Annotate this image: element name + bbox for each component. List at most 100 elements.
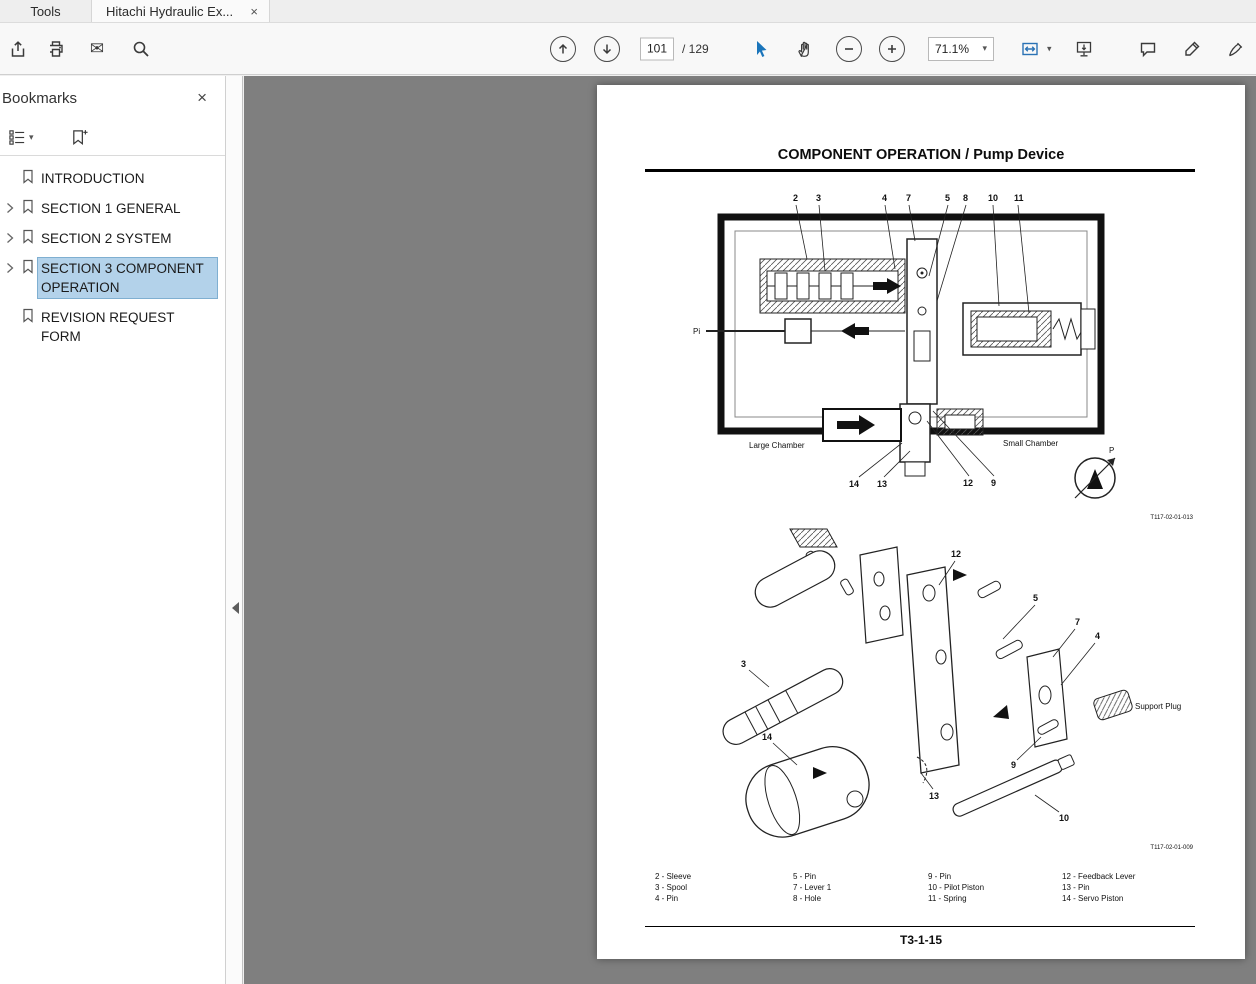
legend-item: 2 - Sleeve [655,871,789,882]
zoom-in-icon [879,36,905,62]
zoom-in-button[interactable] [874,31,910,67]
fig1-label-small-chamber: Small Chamber [1003,439,1058,448]
fig1-callout-10: 10 [988,193,998,203]
sign-button[interactable] [1218,31,1254,67]
acrobat-window: Tools Hitachi Hydraulic Ex... × ✉ [0,0,1256,984]
marquee-zoom-button[interactable] [123,31,159,67]
chevron-right-icon[interactable] [2,258,18,274]
page-number-input[interactable] [640,37,674,60]
fig1-label-large-chamber: Large Chamber [749,441,805,450]
fig1-label-pi: Pi [693,327,700,336]
bookmark-label: INTRODUCTION [38,168,217,189]
bookmark-icon [18,168,38,184]
legend-item: 8 - Hole [793,893,927,904]
bookmark-options-button[interactable]: ▾ [4,125,38,150]
hand-tool-icon [795,39,815,59]
collapse-panel-button[interactable] [229,596,241,620]
zoom-level-select[interactable]: 71.1% ▾ [928,37,994,61]
bookmarks-panel-title: Bookmarks [2,90,77,107]
fig2-callout-9: 9 [1011,760,1016,770]
fig1-callout-5: 5 [945,193,950,203]
page-count-label: / 129 [682,42,709,56]
fig1-label-p: P [1109,446,1114,455]
legend-item: 13 - Pin [1062,882,1196,893]
document-canvas[interactable]: COMPONENT OPERATION / Pump Device [244,76,1256,984]
sign-pen-icon [1226,39,1246,59]
print-button[interactable] [38,31,74,67]
zoom-caret-icon: ▾ [982,43,987,54]
add-bookmark-button[interactable] [66,125,93,150]
fig2-label-support-plug: Support Plug [1135,702,1181,711]
tab-tools-label: Tools [30,4,60,19]
fig1-callout-14: 14 [849,479,859,489]
fig2-callout-4: 4 [1095,631,1100,641]
zoom-search-icon [131,39,151,59]
next-page-button[interactable] [589,31,625,67]
pdf-page: COMPONENT OPERATION / Pump Device [597,85,1245,959]
fig1-callout-8: 8 [963,193,968,203]
collapse-arrow-icon [232,602,239,614]
legend-item: 10 - Pilot Piston [928,882,1062,893]
zoom-out-icon [836,36,862,62]
fig1-callout-4: 4 [882,193,887,203]
legend-item: 4 - Pin [655,893,789,904]
bookmark-label: SECTION 1 GENERAL [38,198,217,219]
title-rule [645,169,1195,172]
footer-rule [645,926,1195,927]
fig1-code: T117-02-01-013 [1150,515,1193,521]
highlight-button[interactable] [1174,31,1210,67]
legend-item: 9 - Pin [928,871,1062,882]
fig2-code: T117-02-01-009 [1150,845,1193,851]
tab-tools[interactable]: Tools [0,0,92,22]
fig2-callout-13: 13 [929,791,939,801]
previous-page-button[interactable] [545,31,581,67]
page-up-icon [550,36,576,62]
fig2-callout-3: 3 [741,659,746,669]
legend-item: 14 - Servo Piston [1062,893,1196,904]
bookmark-item-section2[interactable]: SECTION 2 SYSTEM [0,228,225,249]
bookmark-options-caret-icon: ▾ [29,132,34,143]
bookmark-item-introduction[interactable]: INTRODUCTION [0,168,225,189]
tab-document[interactable]: Hitachi Hydraulic Ex... × [92,0,270,22]
fig1-callout-2: 2 [793,193,798,203]
bookmark-item-section1[interactable]: SECTION 1 GENERAL [0,198,225,219]
fig2-callout-10: 10 [1059,813,1069,823]
select-cursor-icon [751,39,771,59]
fig1-callout-7: 7 [906,193,911,203]
fig1-callout-3: 3 [816,193,821,203]
bookmark-icon [18,228,38,244]
panel-splitter[interactable] [226,76,243,984]
fig2-callout-7: 7 [1075,617,1080,627]
fig2-callout-5: 5 [1033,593,1038,603]
legend-item: 12 - Feedback Lever [1062,871,1196,882]
page-down-icon [594,36,620,62]
fit-options-caret-icon[interactable]: ▾ [1047,43,1052,54]
bookmark-item-revision[interactable]: REVISION REQUEST FORM [0,307,225,347]
fit-width-button[interactable] [1012,31,1048,67]
fit-width-icon [1020,39,1040,59]
hand-tool-button[interactable] [787,31,823,67]
fig2-callout-14: 14 [762,732,772,742]
zoom-out-button[interactable] [831,31,867,67]
page-display-button[interactable] [1066,31,1102,67]
legend-item: 5 - Pin [793,871,927,882]
highlight-pen-icon [1182,39,1202,59]
comment-button[interactable] [1130,31,1166,67]
share-button[interactable] [0,31,36,67]
chevron-right-icon[interactable] [2,228,18,244]
fig2-callout-12: 12 [951,549,961,559]
bookmark-label: REVISION REQUEST FORM [38,307,217,347]
select-tool-button[interactable] [743,31,779,67]
comment-icon [1138,39,1158,59]
fig1-callout-9: 9 [991,478,996,488]
email-icon: ✉ [90,39,104,59]
email-button[interactable]: ✉ [79,31,115,67]
bookmark-icon [18,307,38,323]
bookmark-item-section3-selected[interactable]: SECTION 3 COMPONENT OPERATION [0,258,225,298]
tab-close-icon[interactable]: × [247,4,261,19]
fig1-callout-13: 13 [877,479,887,489]
bookmark-icon [18,198,38,214]
chevron-right-icon[interactable] [2,198,18,214]
bookmarks-close-icon[interactable]: × [197,88,207,108]
add-bookmark-icon [70,128,89,147]
